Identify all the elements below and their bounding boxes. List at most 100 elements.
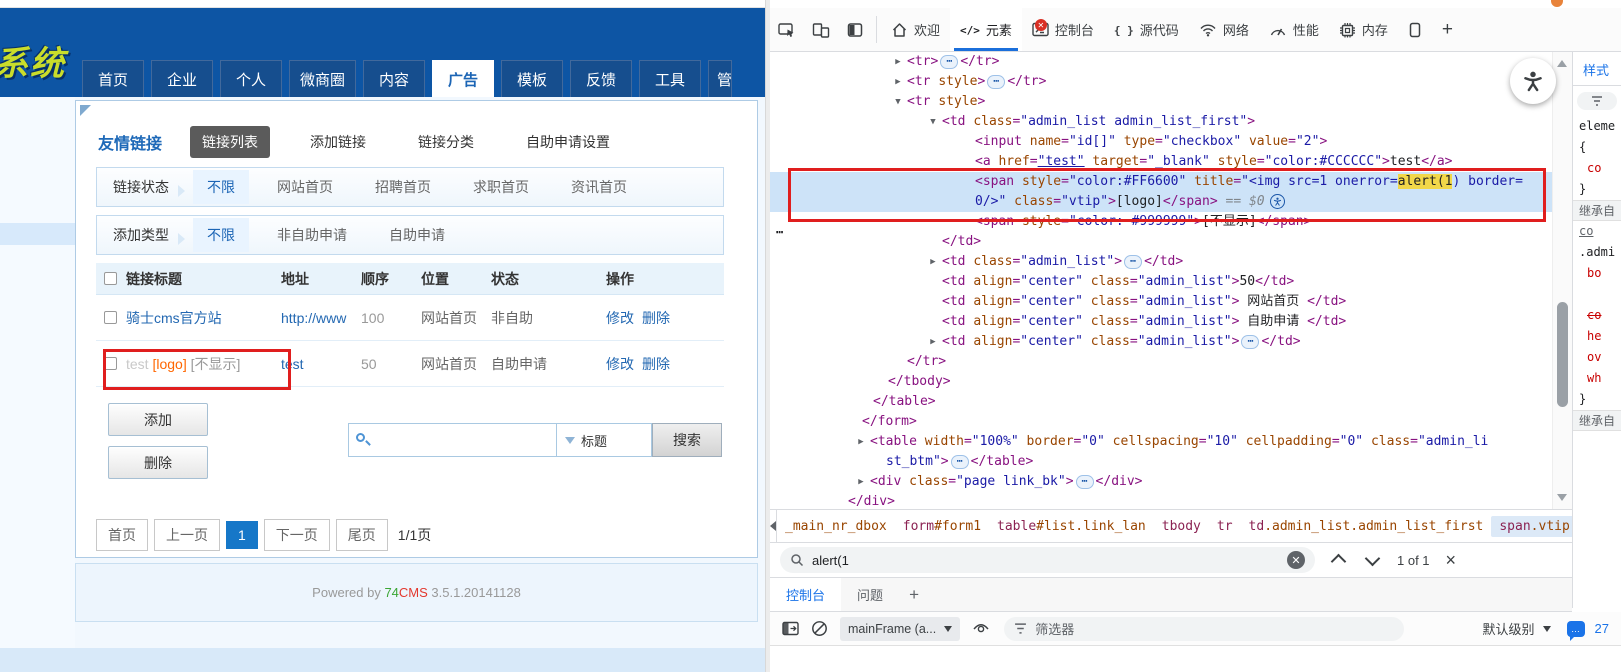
nav-tab-首页[interactable]: 首页 xyxy=(82,60,144,97)
nav-tab-工具[interactable]: 工具 xyxy=(639,60,701,97)
plus-icon[interactable]: + xyxy=(1432,8,1463,51)
delete-button[interactable]: 删除 xyxy=(108,446,208,479)
breadcrumb-item-span[interactable]: span.vtip xyxy=(1491,516,1572,537)
dom-node-line[interactable]: <span style="color:#FF6600" title="<img … xyxy=(770,172,1572,192)
inspect-icon[interactable] xyxy=(770,8,804,51)
cell-link-title[interactable]: 骑士cms官方站 xyxy=(126,308,281,328)
nav-tab-广告[interactable]: 广告 xyxy=(432,60,494,97)
dom-node-line[interactable]: ▶<tr>⋯</tr> xyxy=(770,52,1572,72)
devtools-tab-网络[interactable]: 网络 xyxy=(1189,8,1259,51)
styles-line[interactable]: bo xyxy=(1573,263,1621,284)
filter-option-招聘首页[interactable]: 招聘首页 xyxy=(361,170,445,204)
search-input[interactable] xyxy=(348,423,556,457)
styles-line[interactable]: .admi xyxy=(1573,242,1621,263)
dom-node-line[interactable]: <a href="test" target="_blank" style="co… xyxy=(770,152,1572,172)
messages-bubble-icon[interactable]: … xyxy=(1567,621,1585,637)
live-expression-eye-icon[interactable] xyxy=(972,622,990,636)
cell-link-title[interactable]: test [logo] [不显示] xyxy=(126,354,281,374)
styles-line[interactable]: } xyxy=(1573,389,1621,410)
close-icon[interactable]: × xyxy=(1446,550,1457,571)
cell-url[interactable]: test xyxy=(281,356,361,372)
filter-option-资讯首页[interactable]: 资讯首页 xyxy=(557,170,641,204)
console-filter-input[interactable]: 筛选器 xyxy=(1004,617,1404,641)
devtools-tab-源代码[interactable]: { }源代码 xyxy=(1104,8,1189,51)
styles-line[interactable]: he xyxy=(1573,326,1621,347)
console-sidebar-icon[interactable] xyxy=(782,621,799,636)
ellipsis-expand-icon[interactable]: ⋯ xyxy=(951,455,969,469)
dom-node-line[interactable]: </td> xyxy=(770,232,1572,252)
styles-line[interactable] xyxy=(1573,284,1621,305)
dom-node-line[interactable]: <td align="center" class="admin_list">50… xyxy=(770,272,1572,292)
dom-node-line[interactable]: <input name="id[]" type="checkbox" value… xyxy=(770,132,1572,152)
op-link-删除[interactable]: 删除 xyxy=(642,310,670,326)
dom-node-line[interactable]: ▼<tr style> xyxy=(770,92,1572,112)
app-icon[interactable] xyxy=(1398,8,1432,51)
dom-node-line[interactable]: 0/>" class="vtip">[logo]</span> == $0 xyxy=(770,192,1572,212)
page-btn-尾页[interactable]: 尾页 xyxy=(336,519,388,551)
find-next-icon[interactable] xyxy=(1363,550,1383,570)
focus-icon[interactable] xyxy=(838,8,872,51)
page-btn-首页[interactable]: 首页 xyxy=(96,519,148,551)
find-previous-icon[interactable] xyxy=(1329,550,1349,570)
clear-console-icon[interactable] xyxy=(811,620,828,637)
dom-node-line[interactable]: <span style="color: #999999">[不显示]</span… xyxy=(770,212,1572,232)
styles-line[interactable]: co xyxy=(1573,158,1621,179)
search-field-dropdown[interactable]: 标题 xyxy=(556,423,652,457)
drawer-tab-问题[interactable]: 问题 xyxy=(841,578,899,611)
frame-context-dropdown[interactable]: mainFrame (a... xyxy=(840,617,960,641)
nav-tab-企业[interactable]: 企业 xyxy=(151,60,213,97)
cell-url[interactable]: http://www xyxy=(281,310,361,326)
expand-arrow-right-icon[interactable]: ▶ xyxy=(891,52,905,72)
styles-line[interactable]: ov xyxy=(1573,347,1621,368)
page-btn-1[interactable]: 1 xyxy=(226,521,258,549)
filter-option-网站首页[interactable]: 网站首页 xyxy=(263,170,347,204)
dom-node-line[interactable]: ▼<td class="admin_list admin_list_first"… xyxy=(770,112,1572,132)
sidebar-highlight[interactable] xyxy=(0,223,75,245)
module-tab-自助申请设置[interactable]: 自助申请设置 xyxy=(514,126,622,158)
devtools-tab-控制台[interactable]: ✕控制台 xyxy=(1022,8,1104,51)
ellipsis-expand-icon[interactable]: ⋯ xyxy=(1124,255,1142,269)
styles-filter-pill[interactable] xyxy=(1577,92,1617,110)
dom-node-line[interactable]: st_btm">⋯</table> xyxy=(770,452,1572,472)
breadcrumb-item-tr[interactable]: tr xyxy=(1209,516,1241,537)
drawer-add-tab-icon[interactable]: + xyxy=(899,578,929,611)
devtools-tab-元素[interactable]: </>元素 xyxy=(950,8,1022,51)
ellipsis-expand-icon[interactable]: ⋯ xyxy=(1241,335,1259,349)
styles-line[interactable]: 继承自 xyxy=(1573,410,1621,431)
expand-arrow-down-icon[interactable]: ▼ xyxy=(926,112,940,132)
styles-line[interactable]: co xyxy=(1573,221,1621,242)
clear-search-icon[interactable]: ✕ xyxy=(1287,551,1305,569)
nav-tab-微商圈[interactable]: 微商圈 xyxy=(289,60,356,97)
add-button[interactable]: 添加 xyxy=(108,403,208,436)
dom-node-line[interactable]: </form> xyxy=(770,412,1572,432)
breadcrumb-item-table[interactable]: table#list.link_lan xyxy=(989,516,1154,537)
drawer-tab-控制台[interactable]: 控制台 xyxy=(770,578,841,611)
dom-node-line[interactable]: </tbody> xyxy=(770,372,1572,392)
row-checkbox[interactable] xyxy=(104,357,117,370)
expand-arrow-right-icon[interactable]: ▶ xyxy=(854,472,868,492)
page-btn-上一页[interactable]: 上一页 xyxy=(154,519,220,551)
dom-node-line[interactable]: ▶<div class="page link_bk">⋯</div> xyxy=(770,472,1572,492)
scrollbar-thumb[interactable] xyxy=(1557,302,1568,407)
op-link-删除[interactable]: 删除 xyxy=(642,356,670,372)
styles-line[interactable]: { xyxy=(1573,137,1621,158)
breadcrumb-item-tbody[interactable]: tbody xyxy=(1154,516,1209,537)
tab-styles[interactable]: 样式 xyxy=(1573,52,1621,86)
nav-tab-模板[interactable]: 模板 xyxy=(501,60,563,97)
log-level-dropdown[interactable]: 默认级别 xyxy=(1483,619,1551,638)
dom-node-line[interactable]: ▶<tr style>⋯</tr> xyxy=(770,72,1572,92)
nav-tab-反馈[interactable]: 反馈 xyxy=(570,60,632,97)
nav-tab-内容[interactable]: 内容 xyxy=(363,60,425,97)
dom-node-line[interactable]: </table> xyxy=(770,392,1572,412)
scroll-up-icon[interactable] xyxy=(1557,60,1567,67)
dom-node-line[interactable]: ▶<td align="center" class="admin_list">⋯… xyxy=(770,332,1572,352)
dom-node-line[interactable]: <td align="center" class="admin_list"> 网… xyxy=(770,292,1572,312)
dom-node-line[interactable]: </tr> xyxy=(770,352,1572,372)
device-icon[interactable] xyxy=(804,8,838,51)
breadcrumb-item-td[interactable]: td.admin_list.admin_list_first xyxy=(1241,516,1492,537)
nav-tab-个人[interactable]: 个人 xyxy=(220,60,282,97)
expand-arrow-down-icon[interactable]: ▼ xyxy=(891,92,905,112)
expand-arrow-right-icon[interactable]: ▶ xyxy=(926,332,940,352)
expand-arrow-right-icon[interactable]: ▶ xyxy=(854,432,868,452)
dom-node-line[interactable]: ▶<td class="admin_list">⋯</td> xyxy=(770,252,1572,272)
